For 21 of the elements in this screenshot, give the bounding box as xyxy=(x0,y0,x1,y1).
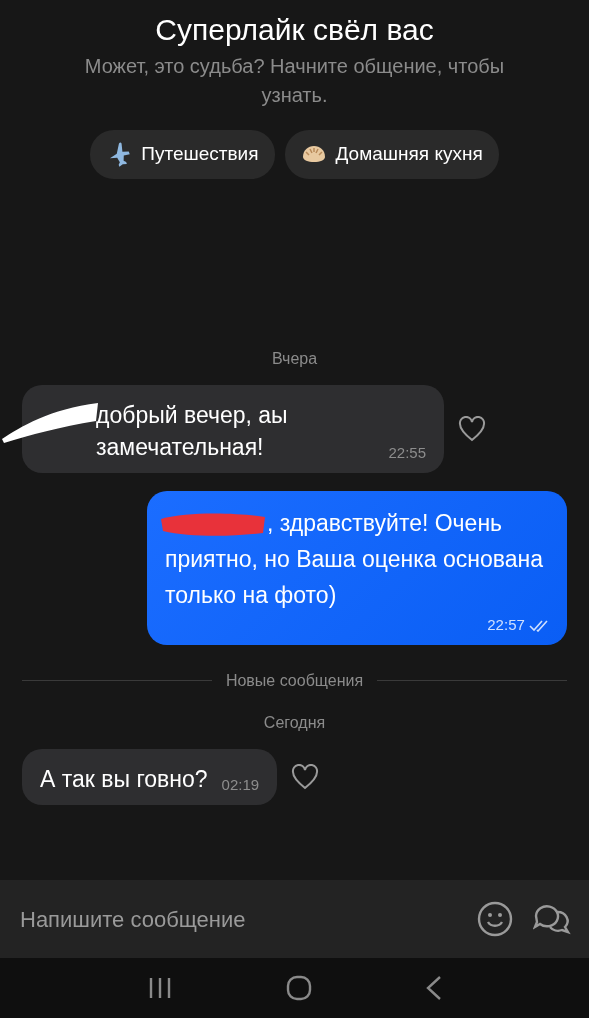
chat-icon[interactable] xyxy=(533,902,571,936)
heart-icon[interactable] xyxy=(458,415,486,442)
subtitle: Может, это судьба? Начните общение, чтобы узнать. xyxy=(83,54,506,108)
date-label: Сегодня xyxy=(262,712,327,733)
title: Суперлайк свёл вас xyxy=(154,12,435,48)
new-messages-divider: Новые сообщения xyxy=(225,670,364,691)
interest-chip[interactable]: Путешествия xyxy=(90,130,275,179)
message-text: добрый вечер, аы замечательная! xyxy=(96,400,289,462)
interest-chip[interactable]: Домашняя кухня xyxy=(284,130,499,179)
message-text: А так вы говно? xyxy=(40,764,208,794)
message-composer[interactable]: Напишите сообщение xyxy=(0,880,589,958)
back-icon[interactable] xyxy=(424,975,443,1001)
emoji-icon[interactable] xyxy=(477,901,513,937)
date-label: Вчера xyxy=(270,348,319,369)
message-time: 22:57 xyxy=(179,614,549,635)
message-time: 02:19 xyxy=(221,774,260,795)
heart-icon[interactable] xyxy=(291,763,320,790)
home-icon[interactable] xyxy=(285,975,312,1001)
message-time: 22:55 xyxy=(388,442,426,463)
message-input[interactable]: Напишите сообщение xyxy=(18,901,457,937)
message-text: , здравствуйте! Очень приятно, но Ваша оценка основана только на фото) xyxy=(165,509,543,608)
